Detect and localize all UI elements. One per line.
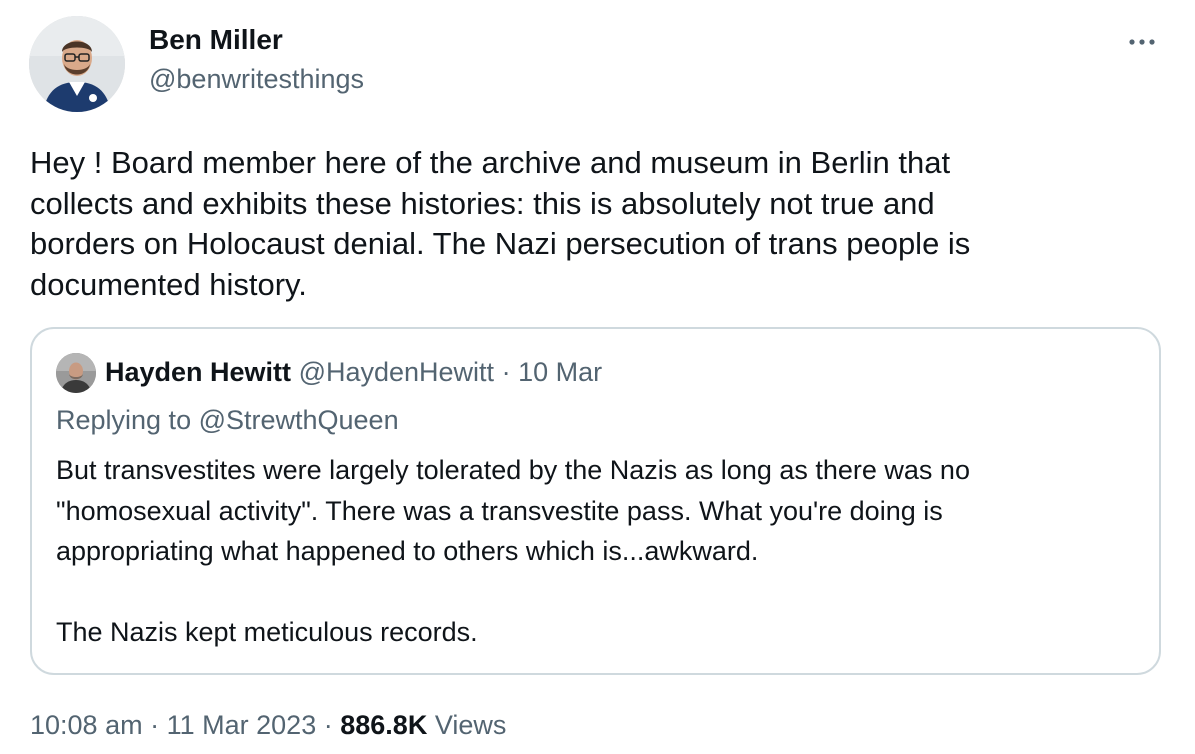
meta-separator: · — [323, 710, 333, 740]
quoted-author-handle[interactable]: @HaydenHewitt — [299, 357, 495, 387]
quoted-tweet-paragraph: But transvestites were largely tolerated… — [56, 455, 970, 566]
tweet-date[interactable]: 11 Mar 2023 — [167, 710, 317, 740]
more-button[interactable] — [1122, 28, 1162, 56]
quoted-tweet-paragraph: The Nazis kept meticulous records. — [56, 617, 478, 647]
views-count: 886.8K — [340, 710, 428, 740]
quoted-tweet-text: But transvestites were largely tolerated… — [56, 450, 1136, 653]
author-handle[interactable]: @benwritesthings — [149, 64, 364, 95]
author-avatar[interactable] — [29, 16, 125, 112]
tweet-meta: 10:08 am · 11 Mar 2023 · 886.8K Views — [30, 710, 506, 741]
quoted-author-name[interactable]: Hayden Hewitt — [105, 357, 291, 387]
quoted-tweet-date[interactable]: 10 Mar — [518, 357, 602, 387]
quoted-author-avatar[interactable] — [56, 353, 96, 393]
quoted-author-avatar-image — [56, 353, 96, 393]
tweet-time[interactable]: 10:08 am — [30, 710, 143, 740]
more-horizontal-icon — [1129, 39, 1155, 45]
meta-separator: · — [150, 710, 160, 740]
quoted-tweet-header: Hayden Hewitt @HaydenHewitt · 10 Mar — [105, 357, 602, 388]
tweet: Ben Miller @benwritesthings Hey ! Board … — [0, 0, 1195, 754]
author-avatar-image — [29, 16, 125, 112]
quoted-replying-to: Replying to @StrewthQueen — [56, 405, 399, 435]
quoted-header-separator: · — [501, 357, 511, 387]
author-name[interactable]: Ben Miller — [149, 24, 283, 56]
quoted-tweet[interactable]: Hayden Hewitt @HaydenHewitt · 10 Mar Rep… — [30, 327, 1161, 675]
tweet-text: Hey ! Board member here of the archive a… — [30, 145, 971, 302]
views-label: Views — [434, 710, 507, 740]
